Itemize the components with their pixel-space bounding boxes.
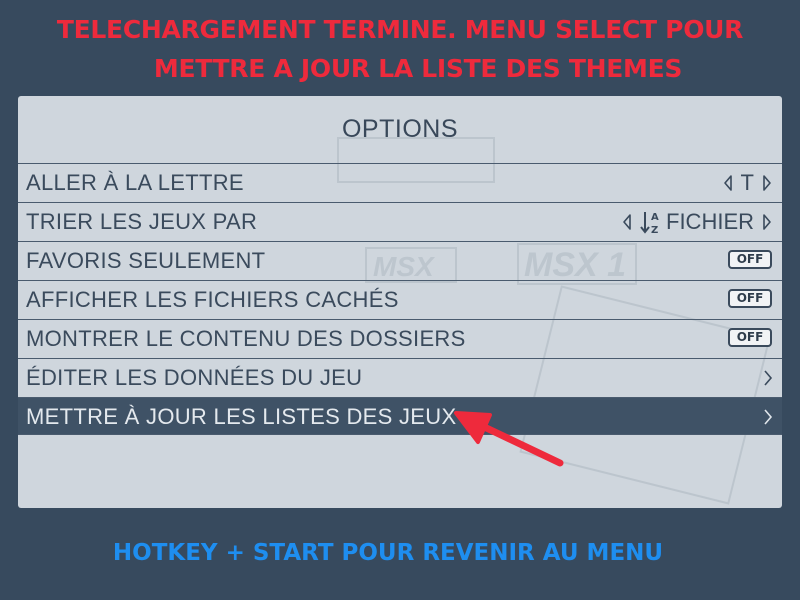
menu-item-edit-game-data[interactable]: ÉDITER LES DONNÉES DU JEU: [18, 358, 782, 396]
arrow-right-icon[interactable]: [760, 173, 774, 193]
menu-item-label: AFFICHER LES FICHIERS CACHÉS: [26, 287, 399, 312]
arrow-left-icon[interactable]: [620, 212, 634, 232]
menu-item-label: TRIER LES JEUX PAR: [26, 209, 258, 234]
menu-item-label: MONTRER LE CONTENU DES DOSSIERS: [26, 326, 466, 351]
svg-text:A: A: [651, 212, 659, 223]
menu-item-label: FAVORIS SEULEMENT: [26, 248, 266, 273]
banner-line-2: METTRE A JOUR LA LISTE DES THEMES: [153, 54, 683, 83]
chevron-right-icon: [764, 370, 773, 386]
selector-value: T: [740, 170, 754, 195]
svg-text:Z: Z: [651, 225, 658, 235]
menu-item-label: ALLER À LA LETTRE: [26, 170, 244, 195]
menu-title: OPTIONS: [341, 115, 458, 143]
menu-item-show-folder-contents[interactable]: MONTRER LE CONTENU DES DOSSIERS OFF: [18, 319, 782, 357]
menu-item-update-game-lists[interactable]: METTRE À JOUR LES LISTES DES JEUX: [18, 397, 782, 435]
menu-item-favorites-only[interactable]: FAVORIS SEULEMENT OFF: [18, 241, 782, 279]
menu-item-goto-letter[interactable]: ALLER À LA LETTRE T: [18, 163, 782, 201]
sort-az-icon: A Z: [640, 212, 659, 235]
options-menu: MSX 1 MSX OPTIONS ALLER À LA LETTRE T TR…: [18, 96, 782, 508]
arrow-left-icon[interactable]: [721, 173, 735, 193]
return-to-menu-hint: HOTKEY + START POUR REVENIR AU MENU: [112, 540, 664, 566]
download-complete-banner: TELECHARGEMENT TERMINE. MENU SELECT POUR…: [0, 10, 800, 88]
selector-value: FICHIER: [666, 209, 754, 234]
chevron-right-icon: [764, 409, 773, 425]
menu-item-show-hidden-files[interactable]: AFFICHER LES FICHIERS CACHÉS OFF: [18, 280, 782, 318]
menu-item-label: ÉDITER LES DONNÉES DU JEU: [26, 365, 363, 390]
off-toggle-switch[interactable]: OFF: [728, 328, 772, 347]
menu-item-label: METTRE À JOUR LES LISTES DES JEUX: [26, 404, 457, 429]
menu-item-sort-games[interactable]: TRIER LES JEUX PAR A Z FICHIER: [18, 202, 782, 240]
off-toggle-switch[interactable]: OFF: [728, 289, 772, 308]
arrow-right-icon[interactable]: [760, 212, 774, 232]
off-toggle-switch[interactable]: OFF: [728, 250, 772, 269]
banner-line-1: TELECHARGEMENT TERMINE. MENU SELECT POUR: [56, 15, 744, 44]
